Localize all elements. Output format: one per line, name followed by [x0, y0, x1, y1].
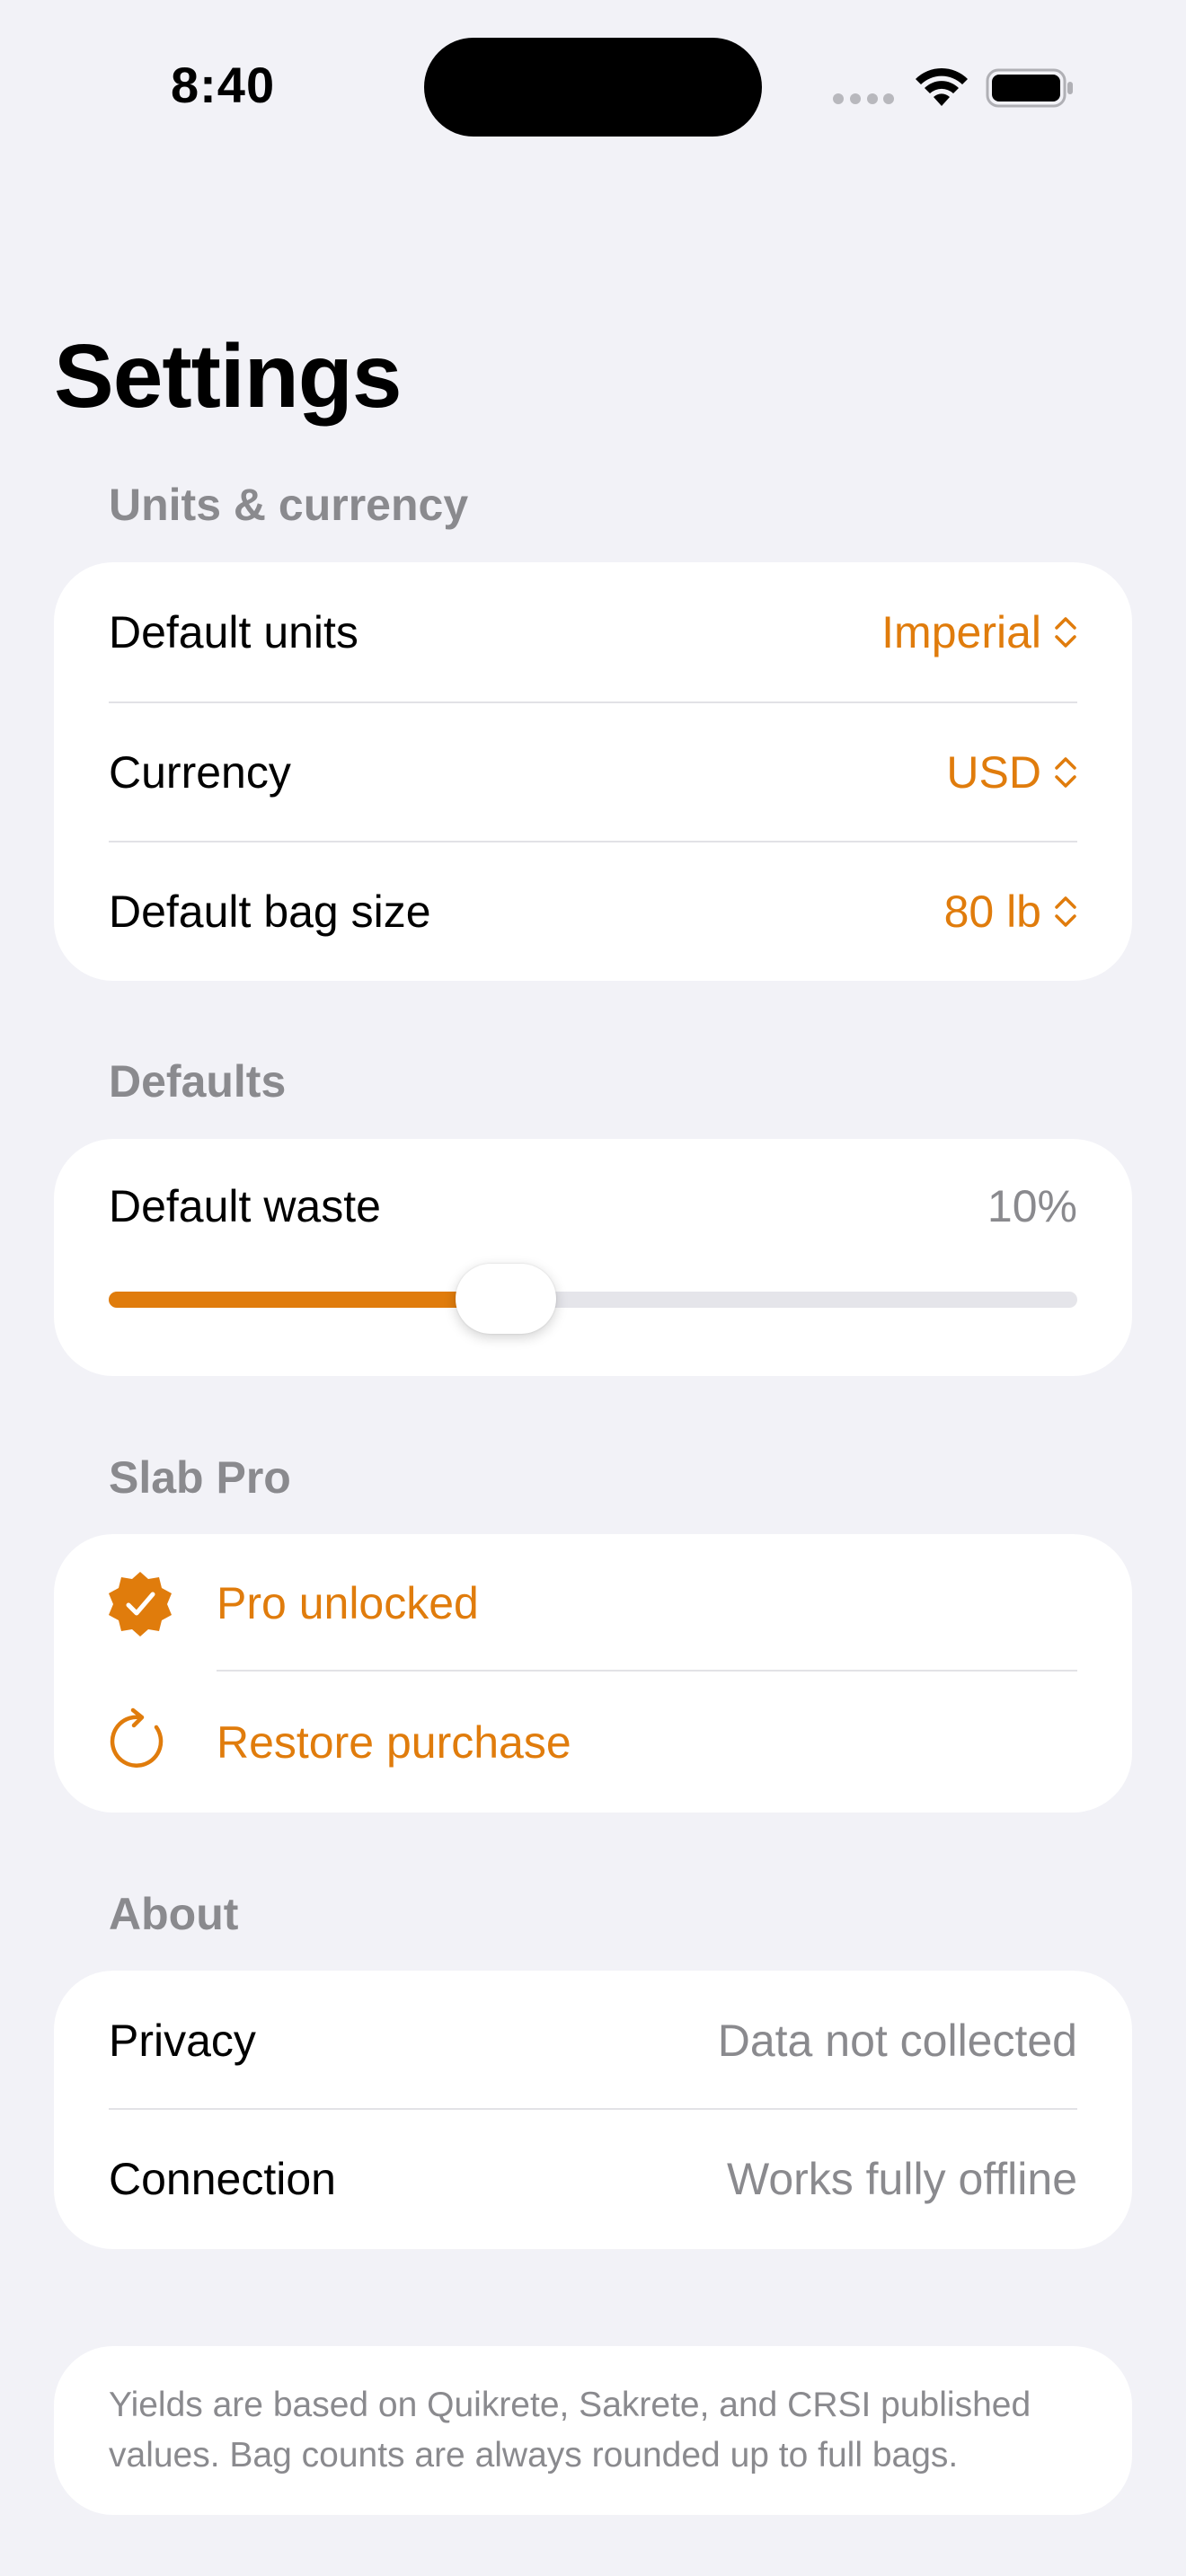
default-waste-value: 10%: [987, 1181, 1077, 1231]
section-header-about: About: [109, 1889, 239, 1939]
privacy-label: Privacy: [109, 2016, 256, 2066]
divider: [217, 1670, 1077, 1672]
connection-row: Connection Works fully offline: [109, 2109, 1077, 2249]
page-title: Settings: [54, 326, 402, 427]
wifi-icon: [916, 67, 968, 106]
pro-card: Pro unlocked Restore purchase: [54, 1534, 1132, 1813]
chevron-up-down-icon: [1055, 896, 1076, 927]
default-units-picker[interactable]: Imperial: [881, 606, 1077, 658]
settings-screen: 8:40 Settings Units & currency Default u…: [0, 0, 1186, 2576]
pro-unlocked-row: Pro unlocked: [54, 1534, 1132, 1673]
currency-value: USD: [946, 747, 1041, 798]
connection-value: Works fully offline: [727, 2154, 1077, 2204]
chevron-up-down-icon: [1055, 617, 1076, 648]
chevron-up-down-icon: [1055, 757, 1076, 788]
section-header-pro: Slab Pro: [109, 1452, 291, 1503]
currency-picker[interactable]: USD: [946, 746, 1077, 798]
bag-size-row[interactable]: Default bag size 80 lb: [109, 842, 1077, 982]
default-waste-label: Default waste: [109, 1181, 381, 1231]
default-units-value: Imperial: [881, 607, 1041, 657]
status-bar: 8:40: [0, 0, 1186, 171]
default-units-row[interactable]: Default units Imperial: [109, 562, 1077, 702]
defaults-card: Default waste 10%: [54, 1139, 1132, 1376]
section-header-defaults: Defaults: [109, 1056, 287, 1107]
cellular-signal-icon: [833, 93, 894, 104]
restore-purchase-button[interactable]: Restore purchase: [54, 1673, 1132, 1813]
waste-slider-thumb[interactable]: [455, 1264, 556, 1334]
currency-label: Currency: [109, 747, 291, 798]
section-header-units: Units & currency: [109, 480, 469, 530]
checkmark-seal-icon: [109, 1572, 172, 1636]
default-units-label: Default units: [109, 607, 358, 657]
status-time: 8:40: [171, 57, 276, 113]
connection-label: Connection: [109, 2154, 336, 2204]
battery-icon: [986, 68, 1073, 108]
footnote-text: Yields are based on Quikrete, Sakrete, a…: [109, 2386, 1031, 2475]
waste-slider-fill: [109, 1292, 506, 1308]
bag-size-picker[interactable]: 80 lb: [944, 886, 1077, 938]
bag-size-label: Default bag size: [109, 887, 431, 937]
privacy-row: Privacy Data not collected: [109, 1971, 1077, 2111]
dynamic-island: [424, 38, 762, 137]
units-card: Default units Imperial Currency USD Defa…: [54, 562, 1132, 981]
restore-purchase-label: Restore purchase: [217, 1717, 571, 1768]
arrow-clockwise-icon: [110, 1707, 164, 1768]
status-indicators: [833, 63, 1075, 108]
bag-size-value: 80 lb: [943, 887, 1041, 937]
pro-unlocked-label: Pro unlocked: [217, 1578, 479, 1628]
privacy-value: Data not collected: [717, 2016, 1077, 2066]
default-waste-row: Default waste 10%: [109, 1139, 1077, 1274]
currency-row[interactable]: Currency USD: [109, 702, 1077, 842]
about-card: Privacy Data not collected Connection Wo…: [54, 1971, 1132, 2249]
waste-slider[interactable]: [109, 1264, 1077, 1334]
